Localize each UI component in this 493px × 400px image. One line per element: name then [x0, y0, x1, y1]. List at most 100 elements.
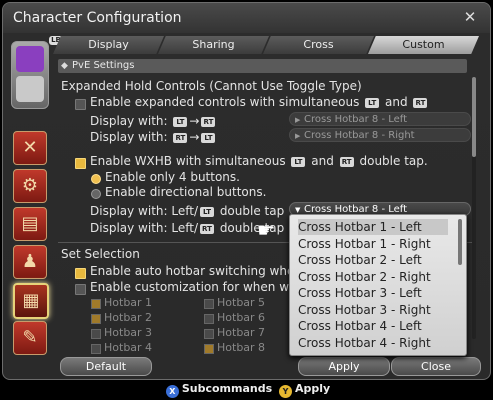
title-bar: Character Configuration ✕ — [3, 3, 490, 33]
dropdown-option[interactable]: Cross Hotbar 2 - Right — [298, 269, 448, 285]
rt-icon: RT — [199, 224, 214, 234]
display-with-row-1: Display with: LT → RT — [90, 114, 217, 128]
tab-cross[interactable]: Cross — [263, 36, 374, 54]
double-tap-text: double tap. — [359, 154, 428, 168]
lt-icon: LT — [201, 133, 216, 143]
expanded-controls-label: Enable expanded controls with simultaneo… — [90, 95, 429, 109]
rt-icon: RT — [339, 157, 354, 167]
arrow-icon: → — [189, 114, 200, 128]
dropdown-option[interactable]: Cross Hotbar 1 - Right — [298, 236, 448, 252]
display-with-dropdown-1[interactable]: ▶ Cross Hotbar 8 - Left — [289, 112, 471, 126]
hotbar-checkbox[interactable] — [91, 314, 101, 324]
gamepad-icon — [16, 46, 44, 72]
hotbar-label: Hotbar 1 — [104, 296, 153, 309]
tab-sharing[interactable]: Sharing — [158, 36, 269, 54]
hotbar-label: Hotbar 5 — [217, 296, 266, 309]
hotbar-label: Hotbar 7 — [217, 326, 266, 339]
wxhb-label: Enable WXHB with simultaneous LT and RT … — [90, 154, 428, 168]
dropdown-option[interactable]: Cross Hotbar 3 - Right — [298, 302, 448, 318]
hotbar-icon[interactable]: ▦ — [13, 283, 49, 319]
rt-icon: RT — [173, 133, 188, 143]
section-title: PvE Settings — [72, 60, 135, 71]
rt-icon: RT — [201, 117, 216, 127]
display-with-text: Display with: — [90, 130, 168, 144]
hotbar-label: Hotbar 3 — [104, 326, 153, 339]
dropdown-option[interactable]: Cross Hotbar 1 - Left — [298, 219, 448, 235]
section-header: ◆ PvE Settings — [58, 59, 467, 73]
arrow-icon: → — [189, 130, 200, 144]
directional-buttons-label: Enable directional buttons. — [105, 185, 267, 199]
dropdown-option[interactable]: Cross Hotbar 4 - Left — [298, 318, 448, 334]
hotbar-checkbox[interactable] — [204, 329, 214, 339]
window-title: Character Configuration — [13, 10, 182, 26]
dropdown-list: Cross Hotbar 1 - Left Cross Hotbar 1 - R… — [289, 214, 467, 356]
and-text: and — [385, 95, 408, 109]
dropdown-option[interactable]: Cross Hotbar 4 - Right — [298, 335, 448, 351]
wxhb-enable-text: Enable WXHB with simultaneous — [90, 154, 286, 168]
scrollbar-thumb[interactable] — [472, 77, 476, 157]
lt-icon: LT — [199, 207, 214, 217]
double-tap-text: double tap — [219, 204, 285, 218]
subcommands-label: Subcommands — [181, 382, 273, 395]
dropdown-value: Cross Hotbar 8 - Right — [304, 130, 415, 141]
triangle-right-icon: ▶ — [295, 116, 301, 124]
hotbar-label: Hotbar 4 — [104, 341, 153, 354]
lt-icon: LT — [365, 98, 380, 108]
hotbar-checkbox[interactable] — [204, 299, 214, 309]
only-4-buttons-radio[interactable] — [91, 174, 101, 184]
controller-mouse-toggle[interactable] — [11, 41, 49, 109]
tab-display[interactable]: Display — [53, 36, 164, 54]
dropdown-option[interactable]: Cross Hotbar 2 - Left — [298, 252, 448, 268]
expanded-enable-text: Enable expanded controls with simultaneo… — [90, 95, 360, 109]
diamond-icon: ◆ — [61, 61, 68, 71]
hotbar-checkbox[interactable] — [91, 299, 101, 309]
x-button-icon: X — [165, 385, 179, 398]
close-icon[interactable]: ✕ — [462, 9, 478, 25]
rt-icon: RT — [413, 98, 428, 108]
footer-hints: X Subcommands Y Apply — [0, 382, 493, 398]
close-button[interactable]: Close — [391, 357, 481, 376]
gears-icon[interactable]: ⚙ — [13, 169, 47, 203]
weapon-custom-label: Enable customization for when weapo — [90, 280, 319, 294]
dropdown-value: Cross Hotbar 8 - Left — [304, 114, 408, 125]
crossed-swords-icon[interactable]: ✕ — [13, 131, 47, 165]
triangle-right-icon: ▶ — [295, 132, 301, 140]
tab-bar: Display Sharing Cross Custom — [53, 36, 479, 54]
display-with-dropdown-2[interactable]: ▶ Cross Hotbar 8 - Right — [289, 128, 471, 142]
id-card-icon[interactable]: ▤ — [13, 207, 47, 241]
character-icon[interactable]: ♟ — [13, 245, 47, 279]
hotbar-label: Hotbar 8 — [217, 341, 266, 354]
set-selection-heading: Set Selection — [61, 247, 140, 261]
apply-button[interactable]: Apply — [298, 357, 390, 376]
hotbar-checkbox[interactable] — [204, 344, 214, 354]
directional-buttons-radio[interactable] — [91, 189, 101, 199]
tab-custom[interactable]: Custom — [368, 36, 479, 54]
wxhb-checkbox[interactable] — [75, 158, 86, 169]
y-button-icon: Y — [278, 385, 292, 398]
lt-icon: LT — [173, 117, 188, 127]
display-left-text: Display with: Left/ — [90, 204, 198, 218]
only-4-buttons-label: Enable only 4 buttons. — [105, 170, 240, 184]
hotbar-checkbox[interactable] — [91, 329, 101, 339]
and-text: and — [311, 154, 334, 168]
category-sidebar: ✕ ⚙ ▤ ♟ ▦ ✎ — [9, 39, 51, 355]
hotbar-label: Hotbar 2 — [104, 311, 153, 324]
hotbar-checkbox[interactable] — [204, 314, 214, 324]
pointer-hand-icon: ☛ — [257, 218, 275, 242]
lt-icon: LT — [291, 157, 306, 167]
dropdown-scrollbar[interactable] — [458, 219, 462, 265]
auto-switch-label: Enable auto hotbar switching when dr — [90, 264, 319, 278]
chat-icon[interactable]: ✎ — [13, 321, 47, 355]
expanded-heading: Expanded Hold Controls (Cannot Use Toggl… — [61, 79, 362, 93]
display-with-text: Display with: — [90, 114, 168, 128]
display-with-row-2: Display with: RT → LT — [90, 130, 217, 144]
mouse-icon — [16, 76, 44, 102]
expanded-controls-checkbox[interactable] — [75, 99, 86, 110]
wxhb-display-row-1: Display with: Left/LT double tap — [90, 204, 284, 218]
apply-hint-label: Apply — [294, 382, 331, 395]
weapon-custom-checkbox[interactable] — [75, 284, 86, 295]
auto-switch-checkbox[interactable] — [75, 268, 86, 279]
hotbar-checkbox[interactable] — [91, 344, 101, 354]
dropdown-option[interactable]: Cross Hotbar 3 - Left — [298, 285, 448, 301]
default-button[interactable]: Default — [60, 357, 152, 376]
